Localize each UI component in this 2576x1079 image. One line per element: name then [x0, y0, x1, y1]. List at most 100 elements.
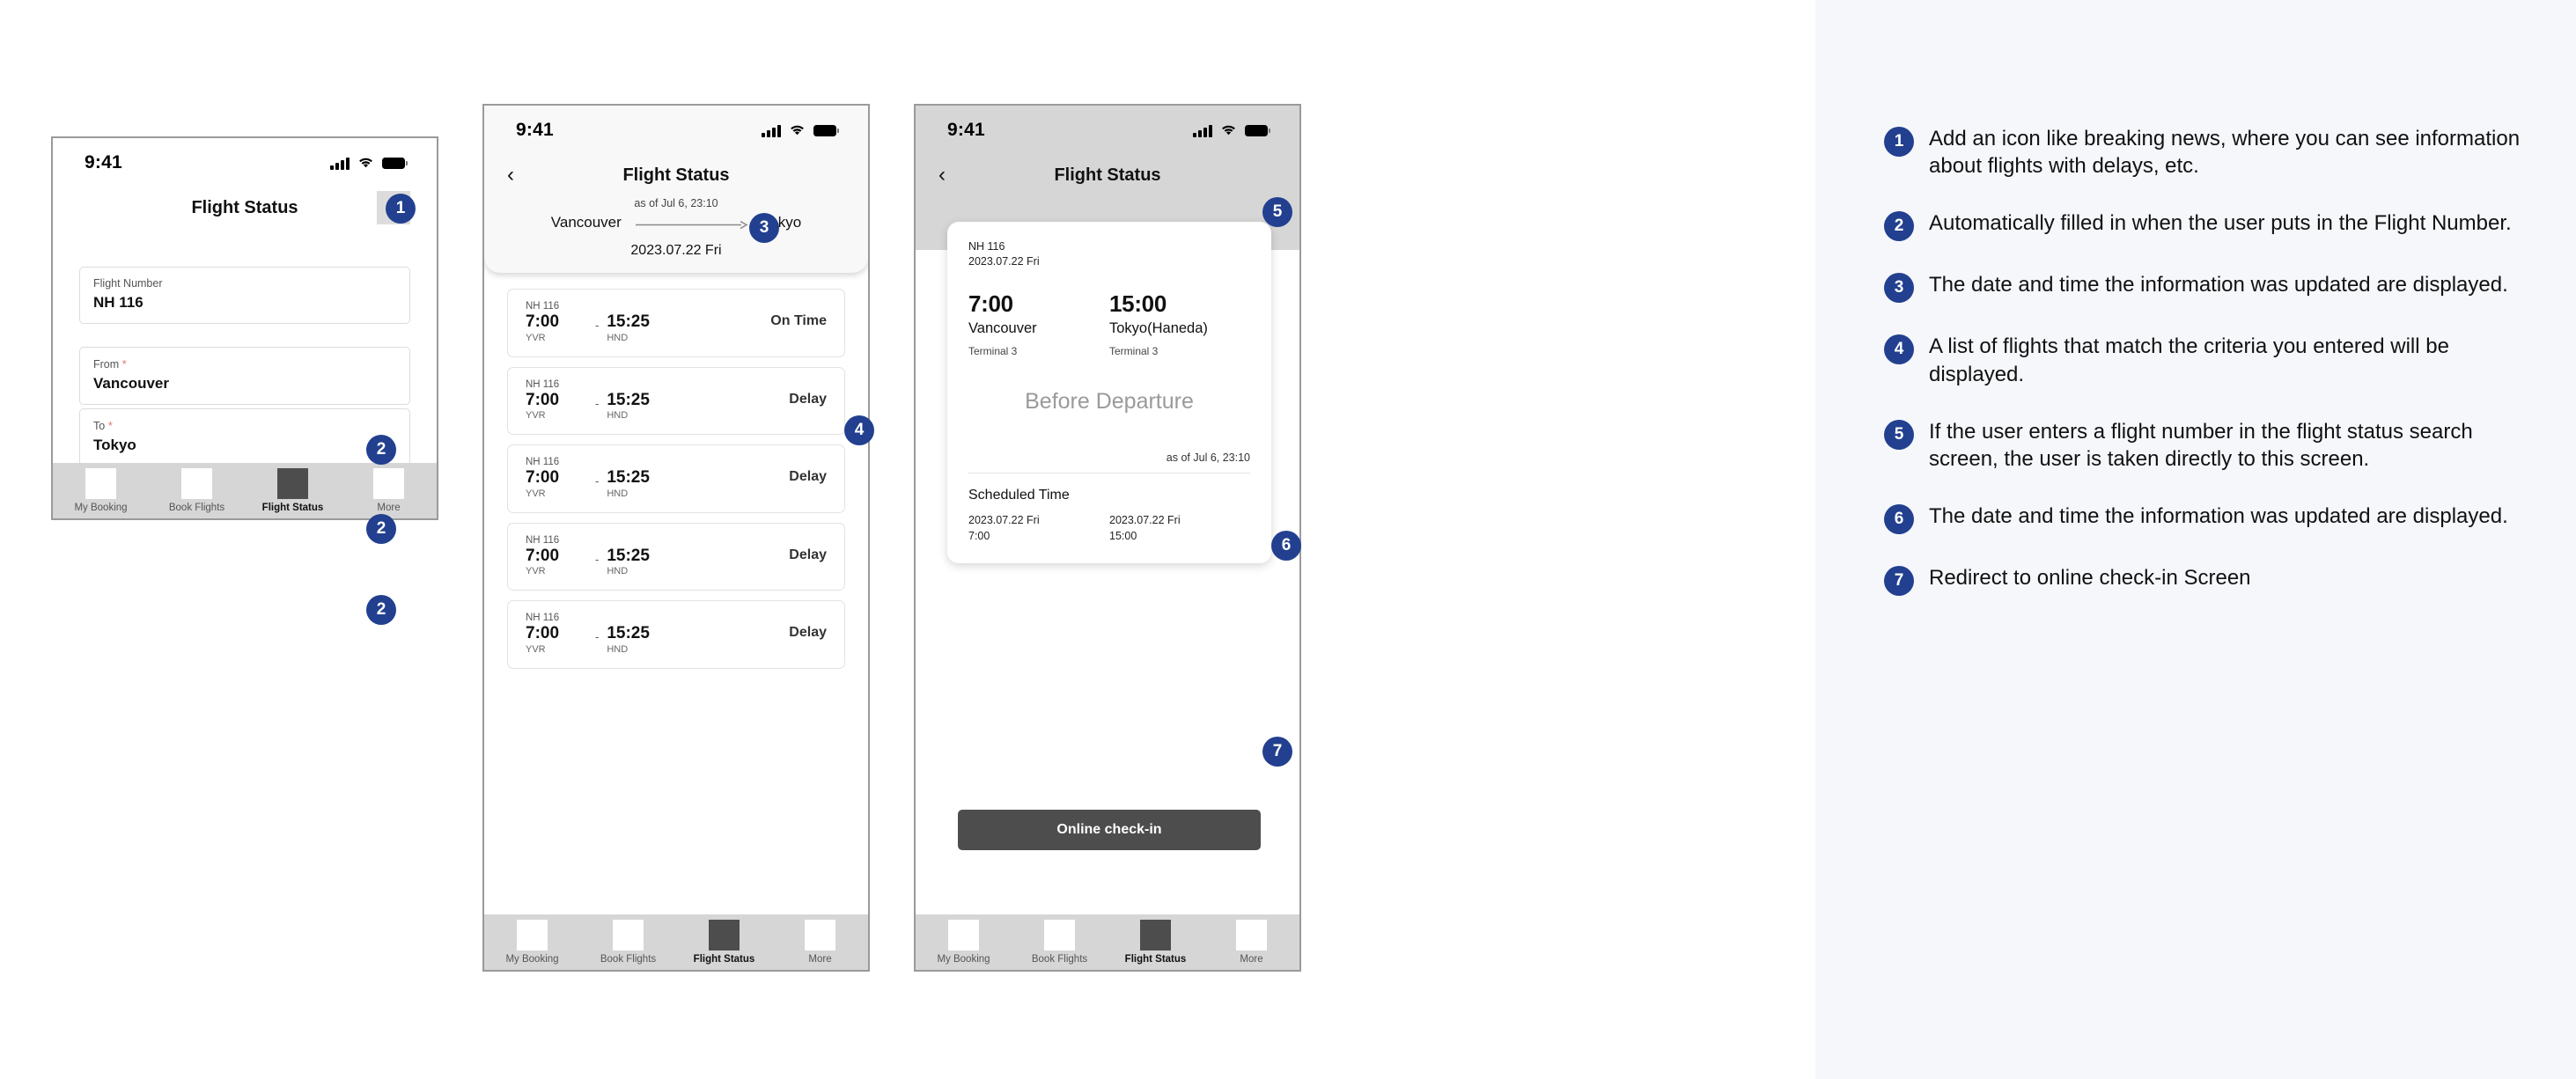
flight-times: 7:00 YVR - 15:25 HND [526, 546, 789, 577]
to-field[interactable]: To * Tokyo [79, 408, 410, 466]
tab-my-booking[interactable]: My Booking [484, 920, 580, 965]
step-badge-2b: 2 [366, 514, 396, 544]
departure-block: 7:00 Vancouver Terminal 3 [968, 290, 1109, 357]
field-label: From * [93, 357, 127, 371]
step-badge-5: 5 [1262, 197, 1292, 227]
wifi-icon [357, 157, 374, 169]
from-field[interactable]: From * Vancouver [79, 347, 410, 405]
step-badge-4: 4 [844, 415, 874, 445]
tab-label: More [808, 954, 832, 965]
arrival-airport-code: HND [607, 332, 629, 343]
flight-number-field[interactable]: Flight Number NH 116 [79, 267, 410, 324]
flight-info: NH 116 7:00 YVR - 15:25 HND [526, 457, 789, 499]
arrival-city: Tokyo(Haneda) [1109, 319, 1208, 336]
departure-time: 7:00 [526, 546, 560, 565]
back-chevron-icon[interactable]: ‹ [507, 165, 514, 186]
flight-status-icon [1140, 920, 1171, 951]
flight-times: 7:00 YVR - 15:25 HND [526, 391, 789, 421]
flight-state-label: Before Departure [1025, 388, 1194, 414]
cellular-signal-icon [762, 124, 781, 137]
flight-info: NH 116 7:00 YVR - 15:25 HND [526, 379, 789, 422]
flight-list-item[interactable]: NH 116 7:00 YVR - 15:25 HND Delay [507, 366, 845, 436]
flight-number: NH 116 [526, 378, 560, 390]
tab-flight-status[interactable]: Flight Status [1108, 920, 1203, 965]
route-date: 2023.07.22 Fri [630, 243, 722, 258]
field-value: NH 116 [93, 294, 144, 311]
flight-status-badge: Delay [789, 547, 827, 562]
scheduled-arrival-date: 2023.07.22 Fri [1109, 513, 1181, 526]
flight-info: NH 116 7:00 YVR - 15:25 HND [526, 301, 770, 343]
tab-flight-status[interactable]: Flight Status [245, 468, 341, 513]
flight-status-badge: Delay [789, 469, 827, 485]
flight-list-item[interactable]: NH 116 7:00 YVR - 15:25 HND Delay [507, 522, 845, 591]
step-badge-7: 7 [1262, 737, 1292, 767]
flight-list-item[interactable]: NH 116 7:00 YVR - 15:25 HND Delay [507, 444, 845, 513]
tab-more[interactable]: More [341, 468, 437, 513]
bottom-tab-bar: My Booking Book Flights Flight Status Mo… [916, 914, 1299, 970]
nav-bar: Flight Status [53, 187, 437, 228]
more-icon [805, 920, 835, 951]
bottom-tab-bar: My Booking Book Flights Flight Status Mo… [53, 463, 437, 518]
more-icon [1236, 920, 1267, 951]
tab-more[interactable]: More [1203, 920, 1299, 965]
screenshot-root: 1 Add an icon like breaking news, where … [0, 0, 2576, 1079]
online-checkin-button[interactable]: Online check-in [958, 810, 1261, 850]
tab-label: More [1240, 954, 1263, 965]
annotation-item: 2 Automatically filled in when the user … [1884, 209, 2536, 242]
tab-book-flights[interactable]: Book Flights [1012, 920, 1108, 965]
arrival-airport-code: HND [607, 566, 629, 577]
tab-my-booking[interactable]: My Booking [53, 468, 149, 513]
status-bar-icons [330, 157, 408, 170]
field-value: Tokyo [93, 437, 136, 453]
tab-label: Book Flights [600, 954, 657, 965]
status-bar-icons [1193, 124, 1271, 137]
arrival-time: 15:25 [607, 468, 650, 488]
arrival-terminal: Terminal 3 [1109, 344, 1159, 357]
page-title: Flight Status [1054, 165, 1161, 185]
scheduled-times: 2023.07.22 Fri 7:00 2023.07.22 Fri 15:00 [968, 512, 1250, 544]
annotation-item: 3 The date and time the information was … [1884, 271, 2536, 304]
arrival-time: 15:00 [1109, 290, 1167, 317]
annotation-text: Add an icon like breaking news, where yo… [1929, 127, 2521, 179]
detail-times: 7:00 Vancouver Terminal 3 15:00 Tokyo(Ha… [968, 290, 1250, 357]
more-icon [373, 468, 404, 499]
time-separator: - [595, 396, 600, 410]
step-badge-2a: 2 [366, 435, 396, 465]
arrival-block: 15:25 HND [607, 469, 668, 499]
required-asterisk: * [107, 419, 113, 432]
flight-times: 7:00 YVR - 15:25 HND [526, 625, 789, 655]
tab-book-flights[interactable]: Book Flights [149, 468, 245, 513]
field-value: Vancouver [93, 375, 169, 392]
flight-result-list: NH 116 7:00 YVR - 15:25 HND On Time NH 1… [484, 273, 868, 669]
flight-number: NH 116 [526, 457, 560, 468]
arrival-block: 15:25 HND [607, 625, 668, 655]
battery-icon [382, 157, 408, 169]
flight-info: NH 116 7:00 YVR - 15:25 HND [526, 613, 789, 655]
tab-label: My Booking [937, 954, 990, 965]
departure-block: 7:00 YVR [526, 469, 587, 499]
tab-my-booking[interactable]: My Booking [916, 920, 1012, 965]
arrival-block: 15:25 HND [607, 391, 668, 421]
flight-status-badge: Delay [789, 391, 827, 407]
tab-book-flights[interactable]: Book Flights [580, 920, 676, 965]
battery-icon [1245, 124, 1271, 136]
tab-label: Book Flights [168, 503, 225, 513]
tab-more[interactable]: More [772, 920, 868, 965]
tab-label: More [377, 503, 401, 513]
flight-list-item[interactable]: NH 116 7:00 YVR - 15:25 HND Delay [507, 600, 845, 669]
flight-list-item[interactable]: NH 116 7:00 YVR - 15:25 HND On Time [507, 289, 845, 357]
tab-flight-status[interactable]: Flight Status [676, 920, 772, 965]
book-flights-icon [181, 468, 212, 499]
annotation-item: 1 Add an icon like breaking news, where … [1884, 125, 2536, 180]
departure-block: 7:00 YVR [526, 312, 587, 342]
annotation-text: Automatically filled in when the user pu… [1929, 211, 2512, 236]
back-chevron-icon[interactable]: ‹ [938, 165, 946, 186]
scheduled-departure-time: 7:00 [968, 529, 990, 542]
annotation-list: 1 Add an icon like breaking news, where … [1884, 125, 2536, 626]
departure-time: 7:00 [526, 624, 560, 643]
departure-airport-code: YVR [526, 488, 546, 499]
annotation-badge: 6 [1884, 504, 1914, 535]
flight-number: NH 116 [968, 240, 1005, 253]
step-badge-6: 6 [1271, 531, 1301, 561]
tab-label: My Booking [74, 503, 128, 513]
